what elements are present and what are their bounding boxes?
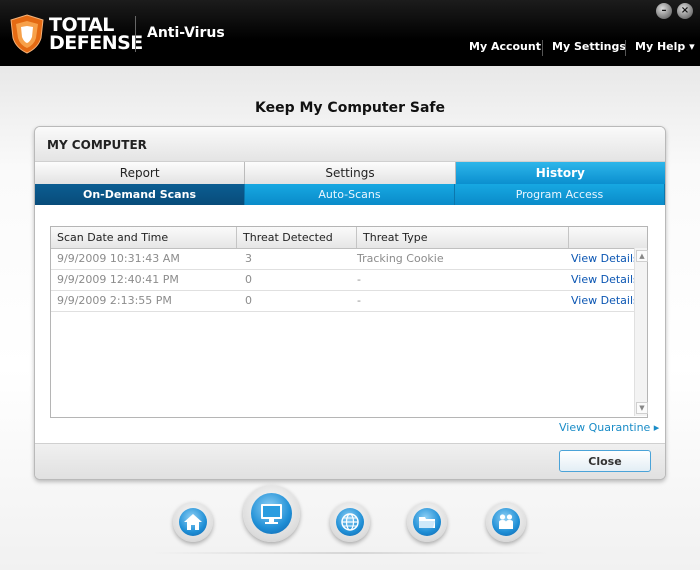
- tab-history[interactable]: History: [455, 162, 665, 184]
- shield-logo-icon: [10, 14, 44, 54]
- scroll-up-icon[interactable]: ▲: [636, 250, 648, 262]
- panel-footer: Close: [35, 443, 665, 479]
- nav-my-help[interactable]: My Help ▾: [635, 40, 695, 56]
- my-computer-panel: MY COMPUTER Report Settings History On-D…: [34, 126, 666, 480]
- subtab-on-demand-scans[interactable]: On-Demand Scans: [35, 184, 245, 205]
- column-threat-detected[interactable]: Threat Detected: [237, 227, 357, 248]
- main-tabs: Report Settings History: [35, 162, 665, 184]
- family-icon: [499, 514, 513, 529]
- home-button[interactable]: [173, 502, 213, 542]
- nav-separator: [542, 40, 543, 56]
- table-row: 9/9/2009 2:13:55 PM 0 - View Details: [51, 291, 639, 312]
- subtab-auto-scans[interactable]: Auto-Scans: [245, 184, 455, 205]
- view-quarantine-link[interactable]: View Quarantine ▸: [559, 421, 659, 434]
- subtab-program-access[interactable]: Program Access: [455, 184, 665, 205]
- app-window: TOTAL DEFENSE Anti-Virus – × My Account …: [0, 0, 700, 570]
- folder-icon: [419, 517, 435, 528]
- column-threat-type[interactable]: Threat Type: [357, 227, 569, 248]
- cell-threat-type: Tracking Cookie: [357, 252, 444, 265]
- title-bar: TOTAL DEFENSE Anti-Virus – × My Account …: [0, 0, 700, 66]
- close-button[interactable]: Close: [559, 450, 651, 472]
- dock-divider: [150, 552, 550, 554]
- view-details-link[interactable]: View Details: [565, 249, 639, 269]
- cell-scan-date: 9/9/2009 10:31:43 AM: [57, 252, 180, 265]
- cell-scan-date: 9/9/2009 12:40:41 PM: [57, 273, 179, 286]
- family-button[interactable]: [486, 502, 526, 542]
- cell-threat-type: -: [357, 294, 361, 307]
- panel-title: MY COMPUTER: [47, 138, 147, 152]
- scan-history-table: Scan Date and Time Threat Detected Threa…: [50, 226, 648, 418]
- page-title: Keep My Computer Safe: [255, 100, 445, 116]
- sub-tabs: On-Demand Scans Auto-Scans Program Acces…: [35, 184, 665, 205]
- main-content: Keep My Computer Safe MY COMPUTER Report…: [0, 66, 700, 570]
- table-header: Scan Date and Time Threat Detected Threa…: [51, 227, 647, 249]
- table-row: 9/9/2009 10:31:43 AM 3 Tracking Cookie V…: [51, 249, 639, 270]
- column-actions: [569, 227, 647, 248]
- minimize-button[interactable]: –: [656, 3, 672, 19]
- cell-threat-type: -: [357, 273, 361, 286]
- computer-button[interactable]: [243, 485, 300, 542]
- brand-name: TOTAL DEFENSE: [49, 16, 143, 54]
- table-row: 9/9/2009 12:40:41 PM 0 - View Details: [51, 270, 639, 291]
- nav-my-settings[interactable]: My Settings: [552, 40, 626, 56]
- home-icon: [184, 514, 202, 530]
- tab-report[interactable]: Report: [35, 162, 246, 184]
- tab-settings[interactable]: Settings: [245, 162, 456, 184]
- internet-button[interactable]: [330, 502, 370, 542]
- globe-icon: [341, 513, 359, 531]
- panel-header: MY COMPUTER: [35, 127, 665, 162]
- brand-divider: [135, 16, 136, 52]
- cell-threats: 0: [245, 273, 252, 286]
- scroll-down-icon[interactable]: ▼: [636, 402, 648, 414]
- view-details-link[interactable]: View Details: [565, 270, 639, 290]
- cell-threats: 0: [245, 294, 252, 307]
- nav-separator: [625, 40, 626, 56]
- view-details-link[interactable]: View Details: [565, 291, 639, 311]
- computer-icon: [261, 504, 282, 524]
- product-name: Anti-Virus: [147, 25, 225, 41]
- cell-scan-date: 9/9/2009 2:13:55 PM: [57, 294, 172, 307]
- close-window-button[interactable]: ×: [677, 3, 693, 19]
- table-scrollbar[interactable]: ▲ ▼: [634, 248, 648, 416]
- column-scan-date[interactable]: Scan Date and Time: [51, 227, 237, 248]
- files-button[interactable]: [407, 502, 447, 542]
- cell-threats: 3: [245, 252, 252, 265]
- nav-my-account[interactable]: My Account: [469, 40, 541, 56]
- brand-line-2: DEFENSE: [49, 32, 143, 54]
